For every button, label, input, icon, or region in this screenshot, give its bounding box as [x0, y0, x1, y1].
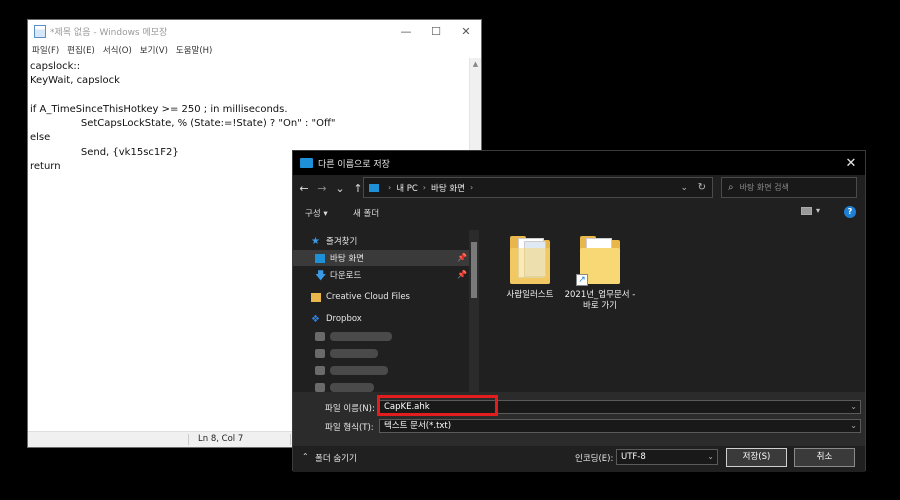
recent-locations-chevron-icon[interactable]: ⌄: [333, 182, 347, 195]
dialog-app-icon: [300, 158, 313, 168]
filename-dropdown-icon[interactable]: ⌄: [850, 401, 857, 413]
filetype-select[interactable]: 텍스트 문서(*.txt) ⌄: [379, 419, 861, 433]
address-dropdown-icon[interactable]: ⌄: [680, 183, 688, 193]
folder-icon: [315, 331, 325, 341]
maximize-button[interactable]: ☐: [421, 20, 451, 42]
blurred-label: [330, 382, 374, 392]
creative-cloud-folder-icon: [311, 292, 321, 302]
search-icon: ⌕: [728, 182, 734, 193]
breadcrumb-desktop[interactable]: 바탕 화면: [431, 182, 465, 194]
pin-icon[interactable]: 📌: [457, 270, 467, 279]
address-bar[interactable]: › 내 PC › 바탕 화면 › ⌄ ↻: [363, 177, 713, 198]
download-icon: 🡇: [315, 268, 327, 282]
minimize-button[interactable]: —: [391, 20, 421, 42]
dialog-titlebar[interactable]: 다른 이름으로 저장 ✕: [293, 151, 865, 175]
nav-item-dropbox[interactable]: ❖ Dropbox: [293, 311, 471, 327]
filetype-value: 텍스트 문서(*.txt): [384, 421, 452, 431]
shortcut-folder-icon: ↗: [576, 234, 620, 286]
blurred-label: [330, 348, 378, 358]
refresh-icon[interactable]: ↻: [698, 182, 706, 193]
menu-view[interactable]: 보기(V): [140, 44, 168, 56]
nav-item-label: 즐겨찾기: [326, 237, 358, 247]
file-name: 2021년_업무문서 - 바로 가기: [564, 290, 636, 311]
cursor-position: Ln 8, Col 7: [198, 434, 244, 444]
view-dropdown-icon[interactable]: ▾: [816, 206, 820, 215]
filename-label: 파일 이름(N):: [325, 404, 375, 414]
collapse-icon[interactable]: ⌃: [302, 452, 309, 461]
pin-icon[interactable]: 📌: [457, 253, 467, 262]
nav-item-blurred[interactable]: [293, 362, 471, 378]
pc-icon: [369, 183, 379, 192]
help-icon[interactable]: ?: [844, 206, 856, 218]
menu-help[interactable]: 도움말(H): [176, 44, 212, 56]
notepad-menubar: 파일(F) 편집(E) 서식(O) 보기(V) 도움말(H): [28, 42, 481, 58]
blurred-label: [330, 331, 392, 341]
hide-folders-button[interactable]: 폴더 숨기기: [315, 452, 357, 464]
navigation-scrollbar[interactable]: [469, 230, 479, 392]
star-icon: ★: [311, 235, 320, 247]
scrollbar-thumb[interactable]: [471, 242, 477, 298]
shortcut-arrow-icon: ↗: [576, 274, 588, 286]
back-arrow-icon[interactable]: ←: [297, 182, 311, 195]
encoding-dropdown-icon[interactable]: ⌄: [707, 450, 714, 464]
filetype-label: 파일 형식(T):: [325, 423, 374, 433]
encoding-label: 인코딩(E):: [575, 454, 614, 464]
file-item[interactable]: ↗ 2021년_업무문서 - 바로 가기: [563, 234, 637, 312]
save-options-panel: 파일 이름(N): CapKE.ahk ⌄ 파일 형식(T): 텍스트 문서(*…: [293, 392, 865, 446]
organize-button[interactable]: 구성 ▾: [305, 207, 328, 219]
dialog-title: 다른 이름으로 저장: [318, 159, 390, 170]
folder-icon: [510, 234, 550, 284]
nav-item-label: 바탕 화면: [330, 254, 364, 264]
nav-item-creative-cloud[interactable]: Creative Cloud Files: [293, 289, 471, 305]
chevron-right-icon[interactable]: ›: [388, 183, 391, 192]
nav-item-label: 다운로드: [330, 271, 362, 281]
nav-item-blurred[interactable]: [293, 345, 471, 361]
dialog-footer: ⌃ 폴더 숨기기 인코딩(E): UTF-8 ⌄ 저장(S) 취소: [293, 446, 865, 472]
filename-highlight-box: [377, 395, 498, 416]
dialog-close-button[interactable]: ✕: [837, 156, 865, 171]
scroll-up-arrow-icon[interactable]: ▲: [470, 58, 481, 70]
view-options-icon[interactable]: [801, 207, 812, 215]
nav-item-blurred[interactable]: [293, 328, 471, 344]
file-list: 사람일러스트 ↗ 2021년_업무문서 - 바로 가기: [483, 230, 865, 392]
search-placeholder: 바탕 화면 검색: [739, 183, 789, 192]
notepad-titlebar[interactable]: *제목 없음 - Windows 메모장 — ☐ ✕: [28, 20, 481, 42]
folder-icon: [315, 365, 325, 375]
status-divider: [188, 434, 189, 445]
status-divider: [290, 434, 291, 445]
notepad-app-icon: [34, 24, 46, 38]
nav-item-label: Creative Cloud Files: [326, 292, 410, 302]
encoding-select[interactable]: UTF-8 ⌄: [616, 449, 718, 465]
menu-format[interactable]: 서식(O): [103, 44, 132, 56]
folder-icon: [315, 382, 325, 392]
chevron-right-icon[interactable]: ›: [423, 183, 426, 192]
blurred-label: [330, 365, 388, 375]
navigation-pane: ★ 즐겨찾기 바탕 화면 📌 🡇 다운로드 📌 Creative Cloud F…: [293, 230, 479, 392]
save-as-dialog: 다른 이름으로 저장 ✕ ← → ⌄ ↑ › 내 PC › 바탕 화면 › ⌄ …: [292, 150, 866, 472]
search-box[interactable]: ⌕ 바탕 화면 검색: [721, 177, 857, 198]
dropbox-icon: ❖: [311, 313, 320, 325]
save-button[interactable]: 저장(S): [726, 448, 787, 467]
menu-file[interactable]: 파일(F): [32, 44, 59, 56]
nav-item-downloads[interactable]: 🡇 다운로드 📌: [293, 267, 471, 283]
file-name: 사람일러스트: [506, 290, 554, 300]
notepad-title: *제목 없음 - Windows 메모장: [50, 27, 168, 38]
dialog-toolbar: 구성 ▾ 새 폴더 ▾ ?: [293, 203, 865, 223]
cancel-button[interactable]: 취소: [794, 448, 855, 467]
close-button[interactable]: ✕: [451, 20, 481, 42]
encoding-value: UTF-8: [621, 452, 646, 462]
address-row: ← → ⌄ ↑ › 내 PC › 바탕 화면 › ⌄ ↻ ⌕ 바탕 화면 검색: [293, 176, 865, 200]
desktop-icon: [315, 253, 325, 263]
chevron-right-icon[interactable]: ›: [470, 183, 473, 192]
menu-edit[interactable]: 편집(E): [67, 44, 95, 56]
nav-item-desktop[interactable]: 바탕 화면 📌: [293, 250, 471, 266]
nav-item-label: Dropbox: [326, 314, 362, 324]
folder-icon: [315, 348, 325, 358]
new-folder-button[interactable]: 새 폴더: [353, 207, 379, 219]
breadcrumb-this-pc[interactable]: 내 PC: [396, 182, 418, 194]
filetype-dropdown-icon[interactable]: ⌄: [850, 420, 857, 432]
nav-item-quick-access[interactable]: ★ 즐겨찾기: [293, 233, 471, 249]
file-item[interactable]: 사람일러스트: [493, 234, 567, 301]
forward-arrow-icon[interactable]: →: [315, 182, 329, 195]
